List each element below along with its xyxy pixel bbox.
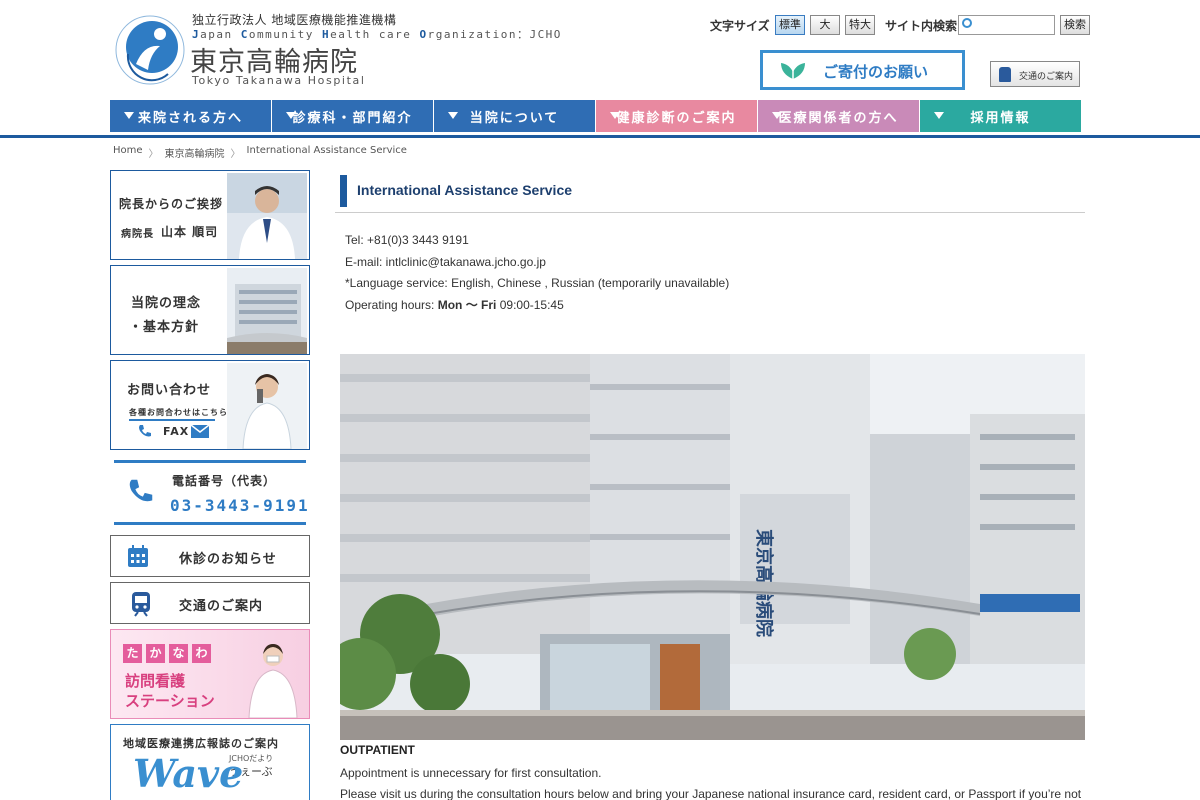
site-header: 独立行政法人 地域医療機能推進機構 Japan Community Health… <box>0 0 1200 100</box>
nursing-char: わ <box>192 644 211 663</box>
sidebar-banner-nursing[interactable]: た か な わ 訪問看護 ステーション <box>110 629 310 719</box>
outpatient-paragraph-2: Please visit us during the consultation … <box>340 787 1082 800</box>
triangle-down-icon <box>772 112 782 119</box>
header-access-button[interactable]: 交通のご案内 <box>990 61 1080 87</box>
search-icon <box>962 18 972 28</box>
breadcrumb-home[interactable]: Home <box>113 145 143 160</box>
contact-language: *Language service: English, Chinese , Ru… <box>345 276 730 290</box>
search-button[interactable]: 検索 <box>1060 15 1090 35</box>
header-access-label: 交通のご案内 <box>1019 72 1074 82</box>
outpatient-paragraph-1: Appointment is unnecessary for first con… <box>340 766 602 780</box>
nurse-photo <box>248 644 298 718</box>
building-photo <box>227 268 307 354</box>
triangle-down-icon <box>610 112 620 119</box>
sidebar-banner-inquiry[interactable]: お問い合わせ 各種お問合わせはこちら FAX <box>110 360 310 450</box>
nav-item-medical-professionals[interactable]: 医療関係者の方へ <box>758 100 919 132</box>
font-size-xlarge-button[interactable]: 特大 <box>845 15 875 35</box>
phone-icon <box>139 425 151 437</box>
calendar-icon <box>128 545 148 567</box>
train-icon <box>132 592 150 617</box>
contact-info: Tel: +81(0)3 3443 9191 E-mail: intlclini… <box>345 230 729 316</box>
outpatient-heading: OUTPATIENT <box>340 743 415 757</box>
donation-label: ご寄付のお願い <box>823 63 929 81</box>
site-search-label: サイト内検索 <box>885 19 958 33</box>
contact-email[interactable]: E-mail: intlclinic@takanawa.jcho.go.jp <box>345 252 729 274</box>
closure-label: 休診のお知らせ <box>179 552 277 567</box>
access-label: 交通のご案内 <box>179 599 264 614</box>
inquiry-divider <box>129 419 215 421</box>
nursing-char: か <box>146 644 165 663</box>
site-search-input[interactable] <box>958 15 1055 35</box>
nursing-line1: 訪問看護 <box>125 672 186 690</box>
jcho-logo-icon[interactable] <box>114 14 186 86</box>
inquiry-subtitle: 各種お問合わせはこちら <box>129 408 228 417</box>
hospital-name-en: Tokyo Takanawa Hospital <box>192 74 366 87</box>
font-size-large-button[interactable]: 大 <box>810 15 840 35</box>
nursing-line2: ステーション <box>125 692 215 710</box>
contact-hours: Operating hours: Mon 〜 Fri 09:00-15:45 <box>345 297 564 312</box>
breadcrumb: Home 〉 東京高輪病院 〉 International Assistance… <box>113 145 407 160</box>
nav-item-recruitment[interactable]: 採用情報 <box>920 100 1081 132</box>
donation-button[interactable]: ご寄付のお願い <box>760 50 965 90</box>
hospital-building-photo: 東京高輪病院 <box>340 354 1085 740</box>
philosophy-title-2: ・基本方針 <box>129 320 200 335</box>
triangle-down-icon <box>934 112 944 119</box>
leaf-icon <box>781 63 805 79</box>
receptionist-photo <box>227 363 307 449</box>
page-title: International Assistance Service <box>357 182 573 198</box>
sidebar-banner-wave[interactable]: 地域医療連携広報誌のご案内 JCHOだより うぇーぶ Wave <box>110 724 310 800</box>
greeting-role: 病院長 <box>121 229 154 240</box>
greeting-name: 山本 順司 <box>161 225 219 239</box>
nursing-char: た <box>123 644 142 663</box>
philosophy-title-1: 当院の理念 <box>131 296 202 311</box>
mail-icon <box>191 425 209 438</box>
sidebar-banner-philosophy[interactable]: 当院の理念 ・基本方針 <box>110 265 310 355</box>
sidebar-banner-access[interactable]: 交通のご案内 <box>110 582 310 624</box>
director-photo <box>227 173 307 259</box>
phone-number: 03-3443-9191 <box>170 496 310 515</box>
font-size-label: 文字サイズ <box>710 19 770 33</box>
nav-divider <box>0 135 1200 138</box>
phone-title: 電話番号（代表） <box>172 474 277 488</box>
sidebar-banner-closure[interactable]: 休診のお知らせ <box>110 535 310 577</box>
contact-tel: Tel: +81(0)3 3443 9191 <box>345 233 469 247</box>
inquiry-title: お問い合わせ <box>127 383 212 398</box>
phone-banner-bottom-line <box>114 522 306 525</box>
sidebar-banner-phone[interactable]: 電話番号（代表） 03-3443-9191 <box>110 460 310 526</box>
nav-item-visitors[interactable]: 来院される方へ <box>110 100 271 132</box>
fax-label: FAX <box>163 425 190 438</box>
global-nav: 来院される方へ 診療科・部門紹介 当院について 健康診断のご案内 医療関係者の方… <box>110 100 1082 132</box>
phone-banner-top-line <box>114 460 306 463</box>
nursing-chars: た か な わ <box>123 644 211 663</box>
train-icon <box>999 67 1011 82</box>
breadcrumb-separator: 〉 <box>230 149 241 160</box>
wave-title: 地域医療連携広報誌のご案内 <box>123 737 279 750</box>
wave-logo: Wave <box>133 751 244 796</box>
nav-item-about[interactable]: 当院について <box>434 100 595 132</box>
phone-icon <box>129 479 153 502</box>
triangle-down-icon <box>286 112 296 119</box>
sidebar-banner-greeting[interactable]: 院長からのご挨拶 病院長 山本 順司 <box>110 170 310 260</box>
breadcrumb-separator: 〉 <box>148 149 159 160</box>
triangle-down-icon <box>124 112 134 119</box>
page-heading: International Assistance Service <box>335 175 1085 213</box>
breadcrumb-hospital[interactable]: 東京高輪病院 <box>165 145 225 160</box>
nursing-char: な <box>169 644 188 663</box>
nav-item-departments[interactable]: 診療科・部門紹介 <box>272 100 433 132</box>
triangle-down-icon <box>448 112 458 119</box>
greeting-title: 院長からのご挨拶 <box>119 197 224 211</box>
nav-item-health-checkup[interactable]: 健康診断のご案内 <box>596 100 757 132</box>
font-size-standard-button[interactable]: 標準 <box>775 15 805 35</box>
heading-accent-bar <box>340 175 347 207</box>
breadcrumb-current: International Assistance Service <box>246 145 407 156</box>
